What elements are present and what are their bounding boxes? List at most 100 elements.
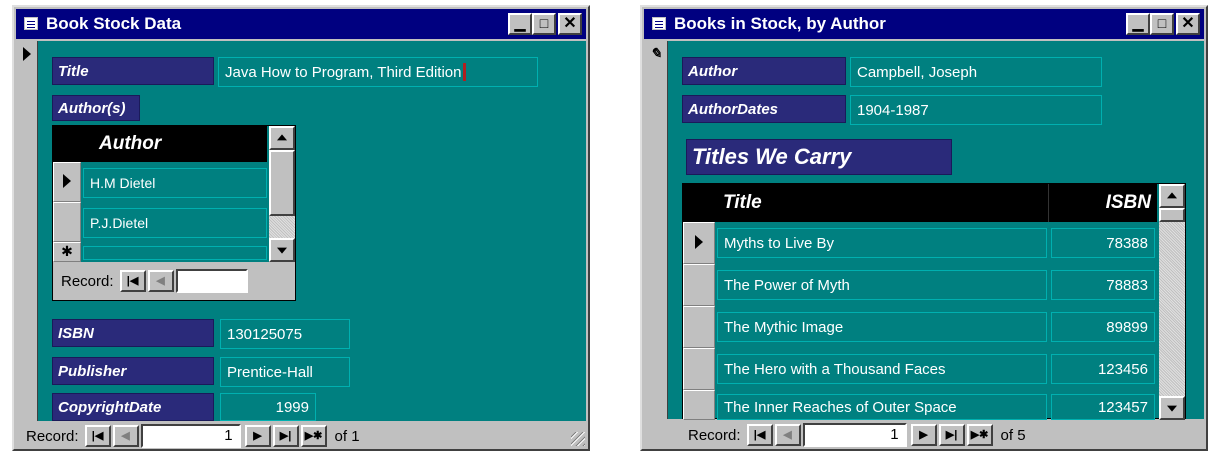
- row-selector[interactable]: [683, 348, 715, 390]
- window-titlebar[interactable]: Books in Stock, by Author ▁ □ ✕: [644, 9, 1204, 39]
- minimize-button[interactable]: ▁: [1126, 13, 1150, 35]
- first-record-button[interactable]: |◀: [746, 424, 773, 446]
- row-selector[interactable]: [53, 162, 81, 202]
- record-label: Record:: [688, 426, 741, 444]
- authors-subform: Author H.M Dietel P.J.Dietel ✱ Record: |…: [52, 125, 296, 301]
- record-label: Record:: [61, 272, 114, 290]
- current-row-arrow-icon: [695, 235, 703, 249]
- book-isbn-cell[interactable]: 123457: [1051, 394, 1155, 420]
- isbn-field[interactable]: 130125075: [220, 319, 350, 349]
- author-label: Author: [682, 57, 846, 85]
- record-label: Record:: [26, 427, 79, 445]
- prev-record-button[interactable]: ◀: [147, 270, 174, 292]
- book-title-cell[interactable]: The Mythic Image: [717, 312, 1047, 342]
- next-record-button[interactable]: ▶: [910, 424, 937, 446]
- subform-record-navigator: Record: |◀ ◀ 1 ▶ ▶| ▶✱ of 5: [682, 421, 1200, 449]
- copyright-field[interactable]: 1999: [220, 393, 316, 421]
- row-selector[interactable]: [53, 202, 81, 242]
- books-by-author-window: Books in Stock, by Author ▁ □ ✕ ✎ Author…: [640, 5, 1208, 451]
- author-cell[interactable]: H.M Dietel: [83, 168, 267, 198]
- scroll-up-button[interactable]: [269, 126, 295, 150]
- first-record-button[interactable]: |◀: [84, 425, 111, 447]
- scroll-down-icon: [1167, 405, 1177, 412]
- subform-record-navigator: Record: |◀ ◀: [53, 262, 295, 300]
- titles-subform: Title ISBN Myths to Live By 78388 The Po…: [682, 183, 1186, 420]
- window-title: Books in Stock, by Author: [674, 14, 886, 33]
- title-value: Java How to Program, Third Edition: [225, 63, 462, 81]
- record-selector[interactable]: [16, 41, 38, 421]
- first-record-button[interactable]: |◀: [119, 270, 146, 292]
- author-dates-field[interactable]: 1904-1987: [850, 95, 1102, 125]
- prev-record-button[interactable]: ◀: [774, 424, 801, 446]
- close-button[interactable]: ✕: [1176, 13, 1200, 35]
- record-selector[interactable]: ✎: [644, 41, 668, 419]
- scroll-track[interactable]: [1159, 222, 1185, 396]
- author-field[interactable]: Campbell, Joseph: [850, 57, 1102, 87]
- book-stock-window: Book Stock Data ▁ □ ✕ Title Java How to …: [12, 5, 590, 451]
- prev-record-button[interactable]: ◀: [112, 425, 139, 447]
- book-title-cell[interactable]: The Power of Myth: [717, 270, 1047, 300]
- record-navigator: Record: |◀ ◀ 1 ▶ ▶| ▶✱ of 1: [16, 423, 586, 449]
- record-count: of 1: [334, 427, 360, 445]
- minimize-button[interactable]: ▁: [508, 13, 532, 35]
- book-title-cell[interactable]: The Inner Reaches of Outer Space: [717, 394, 1047, 420]
- close-button[interactable]: ✕: [558, 13, 582, 35]
- book-title-cell[interactable]: The Hero with a Thousand Faces: [717, 354, 1047, 384]
- record-number-input[interactable]: [175, 269, 248, 293]
- row-selector[interactable]: [683, 390, 715, 420]
- current-record-arrow-icon: [23, 47, 31, 61]
- scroll-thumb[interactable]: [269, 150, 295, 216]
- author-new-cell[interactable]: [83, 246, 267, 260]
- row-selector[interactable]: [683, 264, 715, 306]
- last-record-button[interactable]: ▶|: [938, 424, 965, 446]
- last-record-button[interactable]: ▶|: [272, 425, 299, 447]
- book-isbn-cell[interactable]: 89899: [1051, 312, 1155, 342]
- form-body: Author Campbell, Joseph AuthorDates 1904…: [668, 41, 1204, 420]
- new-row-selector[interactable]: ✱: [53, 242, 81, 262]
- subform-scrollbar[interactable]: [1159, 184, 1185, 420]
- author-column-header[interactable]: Author: [81, 126, 267, 162]
- title-column-header[interactable]: Title: [715, 184, 1049, 222]
- book-isbn-cell[interactable]: 123456: [1051, 354, 1155, 384]
- subform-corner: [683, 184, 715, 222]
- record-count: of 5: [1000, 426, 1026, 444]
- form-icon: [24, 17, 38, 30]
- scroll-up-button[interactable]: [1159, 184, 1185, 208]
- scroll-down-button[interactable]: [269, 238, 295, 262]
- window-titlebar[interactable]: Book Stock Data ▁ □ ✕: [16, 9, 586, 39]
- maximize-button[interactable]: □: [532, 13, 556, 35]
- next-record-button[interactable]: ▶: [244, 425, 271, 447]
- book-title-cell[interactable]: Myths to Live By: [717, 228, 1047, 258]
- resize-grip-icon[interactable]: [571, 432, 585, 446]
- titles-heading: Titles We Carry: [686, 139, 952, 175]
- publisher-field[interactable]: Prentice-Hall: [220, 357, 350, 387]
- isbn-label: ISBN: [52, 319, 214, 347]
- copyright-label: CopyrightDate: [52, 393, 214, 421]
- scroll-up-icon: [277, 134, 287, 141]
- book-isbn-cell[interactable]: 78883: [1051, 270, 1155, 300]
- scroll-up-icon: [1167, 192, 1177, 199]
- scroll-down-icon: [277, 247, 287, 254]
- record-number-input[interactable]: 1: [140, 424, 241, 448]
- edit-pencil-icon: ✎: [650, 45, 662, 61]
- isbn-column-header[interactable]: ISBN: [1049, 184, 1157, 222]
- scroll-down-button[interactable]: [1159, 396, 1185, 420]
- title-field[interactable]: Java How to Program, Third Edition: [218, 57, 538, 87]
- window-title: Book Stock Data: [46, 14, 182, 33]
- author-dates-label: AuthorDates: [682, 95, 846, 123]
- row-selector[interactable]: [683, 306, 715, 348]
- subform-scrollbar[interactable]: [269, 126, 295, 262]
- form-icon: [652, 17, 666, 30]
- maximize-button[interactable]: □: [1150, 13, 1174, 35]
- new-record-button[interactable]: ▶✱: [966, 424, 993, 446]
- book-isbn-cell[interactable]: 78388: [1051, 228, 1155, 258]
- authors-label: Author(s): [52, 95, 140, 121]
- new-record-button[interactable]: ▶✱: [300, 425, 327, 447]
- author-cell[interactable]: P.J.Dietel: [83, 208, 267, 238]
- scroll-thumb[interactable]: [1159, 208, 1185, 222]
- row-selector[interactable]: [683, 222, 715, 264]
- new-record-icon: ✱: [61, 243, 73, 259]
- scroll-track[interactable]: [269, 216, 295, 238]
- record-number-input[interactable]: 1: [802, 423, 907, 447]
- current-row-arrow-icon: [63, 174, 71, 188]
